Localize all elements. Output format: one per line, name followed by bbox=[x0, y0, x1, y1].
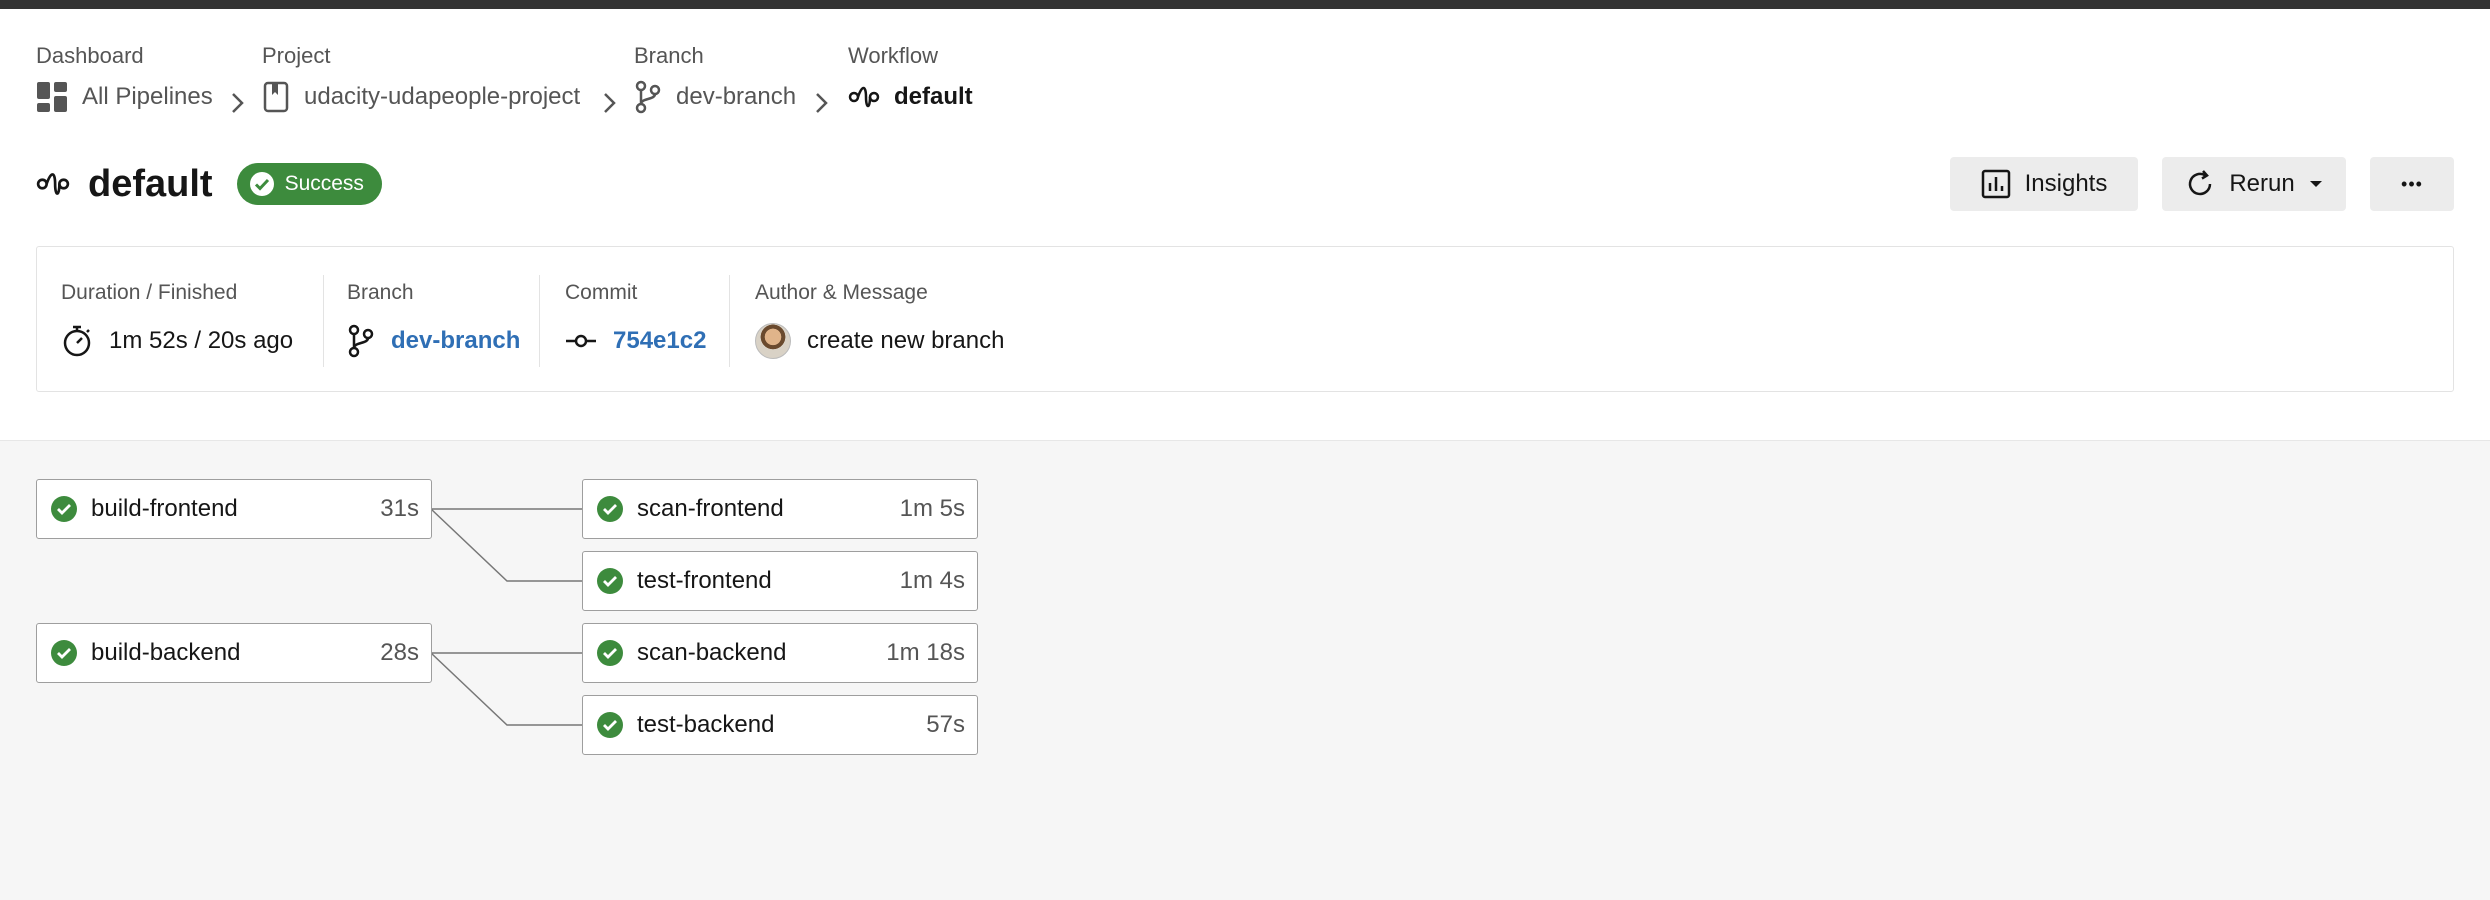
branch-icon bbox=[635, 80, 661, 114]
job-name: test-frontend bbox=[637, 567, 772, 594]
job-card-test-backend[interactable]: test-backend 57s bbox=[582, 695, 978, 755]
page-title: default bbox=[88, 162, 213, 205]
chevron-right-icon bbox=[816, 93, 828, 113]
author-label: Author & Message bbox=[755, 281, 928, 304]
breadcrumb-label: Dashboard bbox=[36, 43, 144, 68]
duration-label: Duration / Finished bbox=[61, 281, 238, 304]
breadcrumb-dashboard: Dashboard All Pipelines bbox=[36, 38, 213, 120]
page-header: default Success bbox=[36, 158, 382, 210]
divider bbox=[729, 275, 730, 367]
chart-icon bbox=[1981, 169, 2010, 199]
job-card-build-frontend[interactable]: build-frontend 31s bbox=[36, 479, 432, 539]
duration-section: Duration / Finished 1m 52s / 20s ago bbox=[61, 247, 293, 393]
breadcrumb-branch: Branch dev-branch bbox=[634, 38, 796, 120]
breadcrumb-link-project[interactable]: udacity-udapeople-project bbox=[262, 74, 580, 120]
breadcrumb-project: Project udacity-udapeople-project bbox=[262, 38, 580, 120]
commit-row: 754e1c2 bbox=[565, 321, 706, 361]
pipeline-meta-card: Duration / Finished 1m 52s / 20s ago Bra… bbox=[36, 246, 2454, 392]
insights-button-label: Insights bbox=[2024, 170, 2108, 197]
commit-icon bbox=[566, 334, 596, 348]
workflow-icon bbox=[848, 86, 880, 108]
check-circle-icon bbox=[51, 640, 77, 666]
rerun-button[interactable]: Rerun bbox=[2162, 157, 2346, 211]
check-circle-icon bbox=[597, 496, 623, 522]
dashboard-grid-icon bbox=[37, 82, 67, 112]
author-section: Author & Message create new branch bbox=[755, 247, 1004, 393]
job-duration: 28s bbox=[380, 639, 419, 666]
top-bar bbox=[0, 0, 2490, 9]
check-circle-icon bbox=[51, 496, 77, 522]
caret-down-icon bbox=[2309, 181, 2322, 187]
divider bbox=[539, 275, 540, 367]
refresh-icon bbox=[2189, 170, 2212, 196]
commit-section: Commit 754e1c2 bbox=[565, 247, 706, 393]
check-circle-icon bbox=[597, 712, 623, 738]
workflow-graph: build-frontend 31s scan-frontend 1m 5s t… bbox=[0, 440, 2490, 900]
job-name: scan-frontend bbox=[637, 495, 784, 522]
job-duration: 57s bbox=[926, 711, 965, 738]
commit-label: Commit bbox=[565, 281, 638, 304]
job-name: scan-backend bbox=[637, 639, 787, 666]
status-badge-label: Success bbox=[284, 172, 364, 195]
stopwatch-icon bbox=[63, 325, 91, 357]
breadcrumb-link-all-pipelines[interactable]: All Pipelines bbox=[36, 74, 213, 120]
bookmark-icon bbox=[263, 81, 289, 113]
chevron-right-icon bbox=[604, 93, 616, 113]
duration-row: 1m 52s / 20s ago bbox=[61, 321, 293, 361]
job-name: build-frontend bbox=[91, 495, 238, 522]
job-name: test-backend bbox=[637, 711, 775, 738]
job-card-build-backend[interactable]: build-backend 28s bbox=[36, 623, 432, 683]
breadcrumb-value: All Pipelines bbox=[82, 83, 213, 110]
branch-link[interactable]: dev-branch bbox=[391, 327, 520, 355]
avatar bbox=[755, 323, 791, 359]
status-badge: Success bbox=[236, 163, 382, 205]
job-duration: 1m 5s bbox=[899, 495, 965, 522]
commit-link[interactable]: 754e1c2 bbox=[613, 327, 706, 355]
divider bbox=[323, 275, 324, 367]
more-options-button[interactable]: ••• bbox=[2370, 157, 2454, 211]
breadcrumb-current-workflow: default bbox=[848, 74, 973, 120]
breadcrumb-label: Branch bbox=[634, 43, 704, 68]
check-circle-icon bbox=[249, 172, 274, 196]
branch-icon bbox=[348, 324, 374, 358]
breadcrumb-link-branch[interactable]: dev-branch bbox=[634, 74, 796, 120]
workflow-icon bbox=[36, 173, 70, 195]
branch-row: dev-branch bbox=[347, 321, 520, 361]
job-duration: 1m 4s bbox=[899, 567, 965, 594]
breadcrumb-value: dev-branch bbox=[676, 83, 797, 110]
breadcrumb-label: Project bbox=[262, 43, 331, 68]
job-duration: 31s bbox=[380, 495, 419, 522]
job-duration: 1m 18s bbox=[886, 639, 965, 666]
breadcrumb-value: default bbox=[894, 83, 973, 110]
job-card-test-frontend[interactable]: test-frontend 1m 4s bbox=[582, 551, 978, 611]
job-card-scan-backend[interactable]: scan-backend 1m 18s bbox=[582, 623, 978, 683]
branch-section: Branch dev-branch bbox=[347, 247, 520, 393]
check-circle-icon bbox=[597, 568, 623, 594]
rerun-button-label: Rerun bbox=[2229, 170, 2295, 197]
more-options-icon: ••• bbox=[2401, 173, 2423, 194]
commit-message: create new branch bbox=[807, 327, 1005, 354]
check-circle-icon bbox=[597, 640, 623, 666]
duration-value: 1m 52s / 20s ago bbox=[109, 327, 294, 354]
breadcrumb-label: Workflow bbox=[848, 43, 939, 68]
branch-label: Branch bbox=[347, 281, 414, 304]
job-card-scan-frontend[interactable]: scan-frontend 1m 5s bbox=[582, 479, 978, 539]
job-name: build-backend bbox=[91, 639, 241, 666]
breadcrumb-value: udacity-udapeople-project bbox=[304, 83, 581, 110]
breadcrumb-workflow: Workflow default bbox=[848, 38, 973, 120]
insights-button[interactable]: Insights bbox=[1950, 157, 2138, 211]
chevron-right-icon bbox=[232, 93, 244, 113]
author-row: create new branch bbox=[755, 321, 1004, 361]
